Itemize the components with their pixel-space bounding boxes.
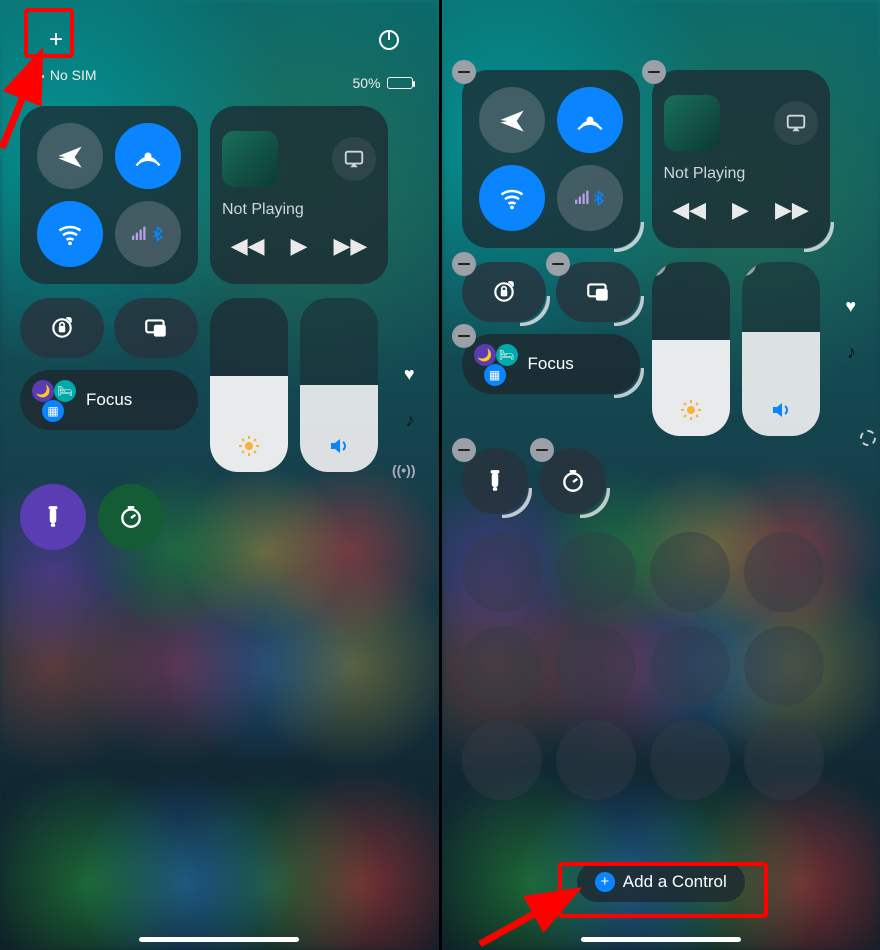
media-prev-icon[interactable]: ◀◀ xyxy=(672,197,706,223)
hotspot-icon: ((•)) xyxy=(392,462,416,478)
empty-slot[interactable] xyxy=(650,720,730,800)
resize-handle-icon[interactable] xyxy=(580,488,610,518)
resize-handle-icon[interactable] xyxy=(520,296,550,326)
home-indicator[interactable] xyxy=(139,937,299,942)
control-center-edit-mode: Not Playing ◀◀ ▶ ▶▶ xyxy=(439,0,880,950)
airplay-icon[interactable] xyxy=(774,101,818,145)
airplay-icon[interactable] xyxy=(332,137,376,181)
page-indicator-icon xyxy=(860,430,876,446)
sun-icon xyxy=(237,434,261,458)
remove-icon[interactable] xyxy=(452,324,476,348)
power-icon[interactable] xyxy=(377,28,401,52)
resize-handle-icon[interactable] xyxy=(804,222,834,252)
empty-slot[interactable] xyxy=(556,626,636,706)
media-module[interactable]: Not Playing ◀◀ ▶ ▶▶ xyxy=(210,106,388,284)
volume-slider[interactable] xyxy=(742,262,820,436)
connectivity-module[interactable] xyxy=(462,70,640,248)
media-play-icon[interactable]: ▶ xyxy=(291,233,308,259)
media-artwork xyxy=(222,131,278,187)
screen-mirroring-icon[interactable] xyxy=(114,298,198,358)
empty-slot[interactable] xyxy=(462,626,542,706)
remove-icon[interactable] xyxy=(452,60,476,84)
volume-icon xyxy=(769,398,793,422)
remove-icon[interactable] xyxy=(642,60,666,84)
empty-slot[interactable] xyxy=(556,532,636,612)
empty-slot[interactable] xyxy=(462,532,542,612)
cellular-bluetooth-icon[interactable] xyxy=(557,165,623,231)
focus-button[interactable]: 🌙🛏▦ Focus xyxy=(462,334,640,394)
focus-label: Focus xyxy=(86,390,132,410)
empty-slot[interactable] xyxy=(556,720,636,800)
volume-slider[interactable] xyxy=(300,298,378,472)
brightness-slider[interactable] xyxy=(652,262,730,436)
plus-icon: + xyxy=(595,872,615,892)
airplane-icon[interactable] xyxy=(479,87,545,153)
connectivity-module[interactable] xyxy=(20,106,198,284)
wifi-icon xyxy=(26,83,103,99)
airplane-icon[interactable] xyxy=(37,123,103,189)
empty-slot[interactable] xyxy=(744,532,824,612)
battery-icon xyxy=(387,77,413,89)
remove-icon[interactable] xyxy=(742,262,756,276)
media-play-icon[interactable]: ▶ xyxy=(732,197,749,223)
remove-icon[interactable] xyxy=(452,438,476,462)
flashlight-icon[interactable] xyxy=(462,448,528,514)
add-control-label: Add a Control xyxy=(623,872,727,892)
music-note-icon: ♪ xyxy=(406,410,415,431)
focus-button[interactable]: 🌙🛏▦ Focus xyxy=(20,370,198,430)
brightness-slider[interactable] xyxy=(210,298,288,472)
wifi-icon[interactable] xyxy=(37,201,103,267)
home-indicator[interactable] xyxy=(581,937,741,942)
airdrop-icon[interactable] xyxy=(557,87,623,153)
volume-icon xyxy=(327,434,351,458)
media-prev-icon[interactable]: ◀◀ xyxy=(231,233,265,259)
heart-icon: ♥ xyxy=(845,296,856,317)
empty-slot[interactable] xyxy=(744,720,824,800)
media-artwork xyxy=(664,95,720,151)
airdrop-icon[interactable] xyxy=(115,123,181,189)
remove-icon[interactable] xyxy=(652,262,666,276)
status-bar: No SIM 50% xyxy=(20,64,419,106)
resize-handle-icon[interactable] xyxy=(614,222,644,252)
remove-icon[interactable] xyxy=(530,438,554,462)
empty-slot-grid xyxy=(462,532,861,800)
empty-slot[interactable] xyxy=(744,626,824,706)
orientation-lock-icon[interactable] xyxy=(20,298,104,358)
battery-text: 50% xyxy=(352,75,380,91)
remove-icon[interactable] xyxy=(452,252,476,276)
flashlight-icon[interactable] xyxy=(20,484,86,550)
sun-icon xyxy=(679,398,703,422)
add-controls-button[interactable]: + xyxy=(40,24,72,56)
timer-icon[interactable] xyxy=(98,484,164,550)
orientation-lock-icon[interactable] xyxy=(462,262,546,322)
resize-handle-icon[interactable] xyxy=(614,368,644,398)
remove-icon[interactable] xyxy=(546,252,570,276)
focus-label: Focus xyxy=(528,354,574,374)
timer-icon[interactable] xyxy=(540,448,606,514)
screen-mirroring-icon[interactable] xyxy=(556,262,640,322)
empty-slot[interactable] xyxy=(462,720,542,800)
cellular-bluetooth-icon[interactable] xyxy=(115,201,181,267)
media-title: Not Playing xyxy=(222,201,376,219)
music-note-icon: ♪ xyxy=(847,342,856,363)
control-center-normal: + No SIM 50% xyxy=(0,0,439,950)
carrier-label: No SIM xyxy=(50,67,97,83)
media-module[interactable]: Not Playing ◀◀ ▶ ▶▶ xyxy=(652,70,830,248)
media-next-icon[interactable]: ▶▶ xyxy=(333,233,367,259)
empty-slot[interactable] xyxy=(650,532,730,612)
heart-icon: ♥ xyxy=(404,364,415,385)
wifi-icon[interactable] xyxy=(479,165,545,231)
media-title: Not Playing xyxy=(664,165,818,183)
empty-slot[interactable] xyxy=(650,626,730,706)
resize-handle-icon[interactable] xyxy=(502,488,532,518)
resize-handle-icon[interactable] xyxy=(614,296,644,326)
media-next-icon[interactable]: ▶▶ xyxy=(775,197,809,223)
add-control-button[interactable]: + Add a Control xyxy=(577,862,745,902)
